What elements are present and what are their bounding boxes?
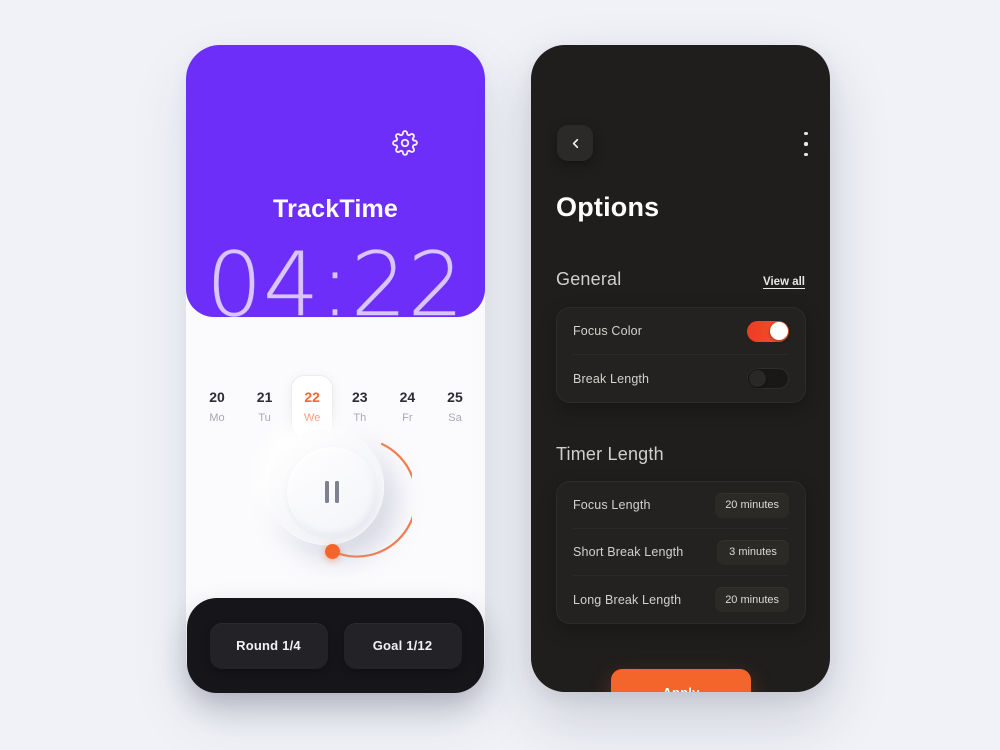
back-button[interactable] <box>557 125 593 161</box>
setting-label: Focus Length <box>573 498 651 512</box>
general-section-header: General View all <box>556 269 805 290</box>
timer-control-knob[interactable] <box>262 424 412 574</box>
setting-row-long-break-length[interactable]: Long Break Length 20 minutes <box>573 576 789 623</box>
focus-color-toggle[interactable] <box>747 320 789 342</box>
pause-icon <box>325 481 339 503</box>
pause-button[interactable] <box>287 447 377 537</box>
chevron-left-icon <box>572 138 578 148</box>
date-number: 20 <box>209 388 225 405</box>
timer-header-card: TrackTime 04:22 <box>186 45 485 317</box>
kebab-dot <box>804 132 808 136</box>
round-counter-button[interactable]: Round 1/4 <box>209 622 328 669</box>
setting-row-short-break-length[interactable]: Short Break Length 3 minutes <box>573 529 789 576</box>
section-title-timer-length: Timer Length <box>556 444 664 464</box>
date-weekday: Th <box>353 411 367 424</box>
date-item-20[interactable]: 20 Mo <box>196 375 238 437</box>
kebab-menu-icon-options[interactable] <box>797 132 815 156</box>
setting-row-focus-length[interactable]: Focus Length 20 minutes <box>573 482 789 529</box>
timer-screen-phone: TrackTime 04:22 20 Mo 21 Tu 22 We 23 Th … <box>186 45 485 692</box>
options-page-title: Options <box>556 192 660 222</box>
date-weekday: Tu <box>258 411 271 424</box>
page-title: TrackTime <box>272 195 399 223</box>
general-settings-panel: Focus Color Break Length <box>556 307 806 403</box>
gear-icon[interactable] <box>392 130 418 156</box>
date-weekday: We <box>304 411 321 424</box>
app-mockup-stage: TrackTime 04:22 20 Mo 21 Tu 22 We 23 Th … <box>0 0 1000 750</box>
timer-footer-bar: Round 1/4 Goal 1/12 <box>187 598 484 693</box>
date-weekday: Mo <box>209 411 225 424</box>
date-number: 22 <box>304 388 320 405</box>
date-weekday: Fr <box>402 411 413 424</box>
date-number: 25 <box>447 388 463 405</box>
goal-counter-button[interactable]: Goal 1/12 <box>343 622 462 669</box>
date-number: 23 <box>351 388 368 405</box>
view-all-link[interactable]: View all <box>763 276 805 288</box>
apply-button[interactable]: Apply <box>611 669 751 692</box>
setting-row-break-length[interactable]: Break Length <box>573 355 789 402</box>
long-break-length-value[interactable]: 20 minutes <box>715 587 789 612</box>
setting-label: Short Break Length <box>573 545 684 559</box>
short-break-length-value[interactable]: 3 minutes <box>717 539 789 565</box>
timer-length-section-header: Timer Length <box>556 444 805 465</box>
setting-row-focus-color[interactable]: Focus Color <box>573 308 789 355</box>
setting-label: Long Break Length <box>573 592 682 607</box>
section-title-general: General <box>556 269 622 289</box>
progress-handle[interactable] <box>325 544 340 559</box>
knob-outer-ring <box>268 429 384 545</box>
date-number: 21 <box>256 388 273 405</box>
focus-length-value[interactable]: 20 minutes <box>715 492 789 518</box>
break-length-toggle[interactable] <box>747 368 789 389</box>
date-item-25[interactable]: 25 Sa <box>434 375 476 437</box>
date-weekday: Sa <box>448 411 462 424</box>
kebab-dot <box>804 152 808 156</box>
options-screen-phone: Options General View all Focus Color Bre… <box>531 45 830 692</box>
timer-value: 04:22 <box>206 233 465 317</box>
timer-length-panel: Focus Length 20 minutes Short Break Leng… <box>556 481 806 624</box>
setting-label: Break Length <box>573 371 650 386</box>
kebab-dot <box>804 142 808 146</box>
date-number: 24 <box>399 388 416 405</box>
setting-label: Focus Color <box>573 324 643 338</box>
